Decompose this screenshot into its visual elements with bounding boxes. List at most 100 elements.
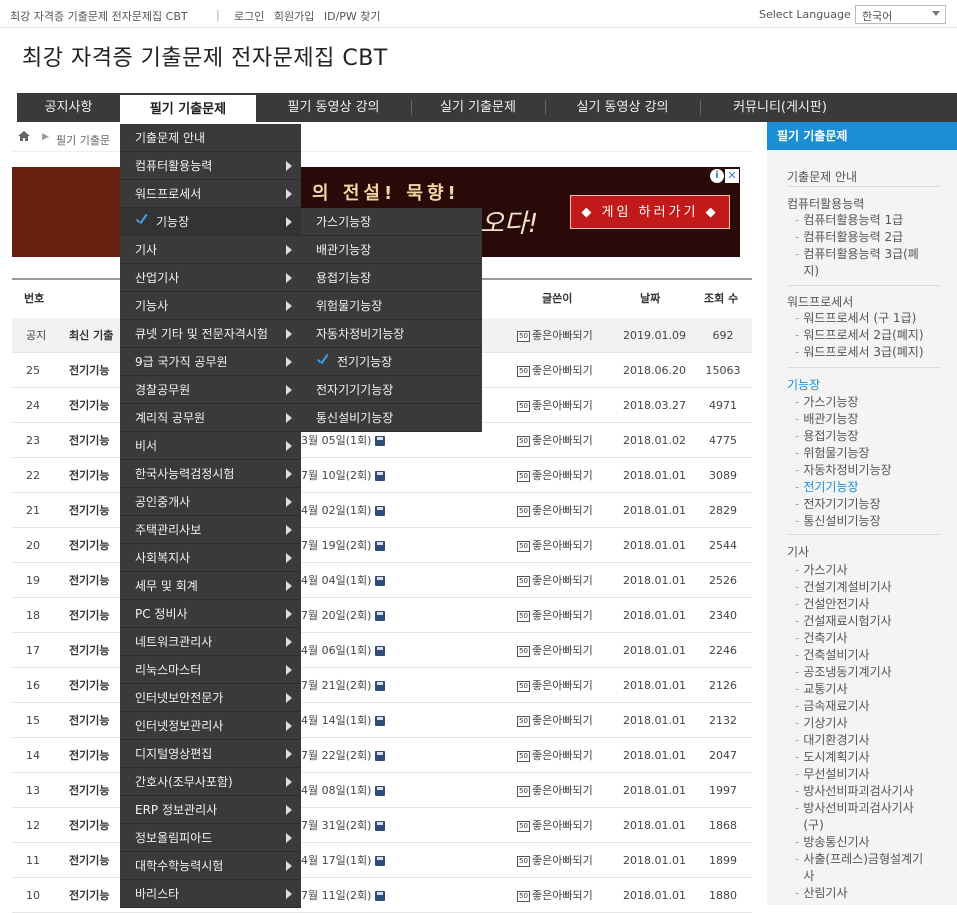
sidebar-sub-item[interactable]: - 워드프로세서 2급(폐지) (795, 327, 924, 344)
row-writer[interactable]: 50 좋은아빠되기 (517, 773, 593, 808)
menu-item[interactable]: 컴퓨터활용능력 (120, 152, 301, 180)
menu-item[interactable]: 리눅스마스터 (120, 656, 301, 684)
row-title[interactable]: 전기기능 (69, 458, 109, 493)
row-title-text[interactable]: 전기기능 (69, 714, 109, 727)
nav-practical-video[interactable]: 실기 동영상 강의 (545, 93, 700, 122)
login-link[interactable]: 로그인 (234, 10, 264, 23)
menu-item[interactable]: 인터넷보안전문가 (120, 684, 301, 712)
row-writer[interactable]: 50 좋은아빠되기 (517, 388, 593, 423)
row-title-text[interactable]: 전기기능 (69, 854, 109, 867)
sidebar-sub-item[interactable]: - 금속재료기사 (795, 698, 870, 715)
sidebar-sub-item-label[interactable]: 컴퓨터활용능력 1급 (803, 213, 903, 227)
menu-item[interactable]: 공인중개사 (120, 488, 301, 516)
row-title-text[interactable]: 전기기능 (69, 364, 109, 377)
sidebar-guide-link[interactable]: 기출문제 안내 (787, 168, 857, 185)
menu-item[interactable]: 정보올림피아드 (120, 824, 301, 852)
row-title-text[interactable]: 최신 기출 (69, 329, 113, 342)
nav-notice[interactable]: 공지사항 (17, 93, 120, 122)
row-title[interactable]: 전기기능 (69, 878, 109, 913)
menu-item[interactable]: 기능장 (120, 208, 301, 236)
menu-item[interactable]: 경찰공무원 (120, 376, 301, 404)
sidebar-heading[interactable]: 필기 기출문제 (767, 122, 957, 150)
writer-name[interactable]: 좋은아빠되기 (532, 434, 593, 447)
sidebar-sub-item[interactable]: - 위험물기능장 (795, 445, 870, 462)
row-writer[interactable]: 50 좋은아빠되기 (517, 808, 593, 843)
row-title[interactable]: 전기기능 (69, 738, 109, 773)
submenu-item[interactable]: 가스기능장 (301, 208, 482, 236)
sidebar-sub-item-label[interactable]: 가스기사 (803, 563, 847, 577)
sidebar-sub-item-label[interactable]: (구) (803, 818, 823, 832)
sidebar-sub-item[interactable]: - 방사선비파괴검사기사 (795, 800, 914, 817)
submenu-item[interactable]: 자동차정비기능장 (301, 320, 482, 348)
row-title[interactable]: 전기기능 (69, 703, 109, 738)
page-title[interactable]: 최강 자격증 기출문제 전자문제집 CBT (22, 40, 388, 72)
row-title-text[interactable]: 전기기능 (69, 679, 109, 692)
sidebar-sub-item-label[interactable]: 자동차정비기능장 (803, 463, 891, 477)
row-title-suffix[interactable]: 4월 17일(1회) (301, 843, 386, 878)
row-title-text[interactable]: 전기기능 (69, 399, 109, 412)
sidebar-section-title-active[interactable]: 기능장 (787, 376, 820, 393)
sidebar-sub-item[interactable]: - 무선설비기사 (795, 766, 870, 783)
menu-item[interactable]: 주택관리사보 (120, 516, 301, 544)
row-title[interactable]: 전기기능 (69, 563, 109, 598)
row-title[interactable]: 전기기능 (69, 353, 109, 388)
sidebar-sub-item-label[interactable]: 방사선비파괴검사기사 (803, 801, 913, 815)
sidebar-sub-item-label[interactable]: 전자기기기능장 (803, 497, 880, 511)
writer-name[interactable]: 좋은아빠되기 (532, 889, 593, 902)
row-title[interactable]: 전기기능 (69, 528, 109, 563)
sidebar-sub-item[interactable]: - 사출(프레스)금형설계기 (795, 851, 923, 868)
sidebar-sub-item-label[interactable]: 공조냉동기계기사 (803, 665, 891, 679)
row-writer[interactable]: 50 좋은아빠되기 (517, 353, 593, 388)
language-select[interactable]: 한국어 (855, 5, 946, 24)
row-title-text[interactable]: 전기기능 (69, 749, 109, 762)
row-writer[interactable]: 50 좋은아빠되기 (517, 668, 593, 703)
writer-name[interactable]: 좋은아빠되기 (532, 364, 593, 377)
row-writer[interactable]: 50 좋은아빠되기 (517, 528, 593, 563)
writer-name[interactable]: 좋은아빠되기 (532, 469, 593, 482)
row-title-suffix[interactable]: 7월 22일(2회) (301, 738, 386, 773)
site-name-link[interactable]: 최강 자격증 기출문제 전자문제집 CBT (10, 8, 188, 24)
menu-item[interactable]: 워드프로세서 (120, 180, 301, 208)
row-title[interactable]: 전기기능 (69, 808, 109, 843)
sidebar-sub-item[interactable]: - 전자기기기능장 (795, 496, 881, 513)
row-writer[interactable]: 50 좋은아빠되기 (517, 563, 593, 598)
row-writer[interactable]: 50 좋은아빠되기 (517, 738, 593, 773)
sidebar-sub-item[interactable]: -지) (795, 263, 819, 280)
menu-item[interactable]: 계리직 공무원 (120, 404, 301, 432)
row-title-text[interactable]: 전기기능 (69, 644, 109, 657)
menu-item[interactable]: 비서 (120, 432, 301, 460)
sidebar-sub-item-label[interactable]: 금속재료기사 (803, 699, 869, 713)
sidebar-sub-item[interactable]: - 대기환경기사 (795, 732, 870, 749)
row-writer[interactable]: 50 좋은아빠되기 (517, 878, 593, 913)
row-title[interactable]: 전기기능 (69, 493, 109, 528)
sidebar-sub-item[interactable]: - 건축기사 (795, 630, 848, 647)
sidebar-sub-item-label[interactable]: 산림기사 (803, 886, 847, 900)
sidebar-sub-item[interactable]: - 가스기사 (795, 562, 848, 579)
row-title-suffix-text[interactable]: 4월 04일(1회) (301, 574, 371, 587)
row-title-suffix-text[interactable]: 7월 22일(2회) (301, 749, 371, 762)
writer-name[interactable]: 좋은아빠되기 (532, 644, 593, 657)
sidebar-sub-item-label[interactable]: 사출(프레스)금형설계기 (803, 852, 923, 866)
writer-name[interactable]: 좋은아빠되기 (532, 749, 593, 762)
sidebar-sub-item[interactable]: -(구) (795, 817, 823, 834)
sidebar-sub-item[interactable]: - 건설안전기사 (795, 596, 870, 613)
sidebar-sub-item[interactable]: - 전기기능장 (795, 479, 859, 496)
row-title[interactable]: 최신 기출 (69, 318, 113, 353)
writer-name[interactable]: 좋은아빠되기 (532, 329, 593, 342)
row-title-suffix[interactable]: 7월 20일(2회) (301, 598, 386, 633)
sidebar-sub-item[interactable]: - 건축설비기사 (795, 647, 870, 664)
sidebar-sub-item[interactable]: - 방송통신기사 (795, 834, 870, 851)
sidebar-sub-item-label[interactable]: 통신설비기능장 (803, 514, 880, 528)
sidebar-sub-item-label[interactable]: 배관기능장 (803, 412, 858, 426)
sidebar-sub-item[interactable]: - 자동차정비기능장 (795, 462, 892, 479)
menu-item[interactable]: 한국사능력검정시험 (120, 460, 301, 488)
row-writer[interactable]: 50 좋은아빠되기 (517, 493, 593, 528)
sidebar-sub-item-label[interactable]: 지) (803, 264, 819, 278)
writer-name[interactable]: 좋은아빠되기 (532, 574, 593, 587)
sidebar-sub-item-label[interactable]: 컴퓨터활용능력 3급(폐 (803, 247, 919, 261)
home-icon[interactable] (18, 131, 30, 141)
sidebar-sub-item-label[interactable]: 전기기능장 (803, 480, 858, 494)
sidebar-sub-item-label[interactable]: 대기환경기사 (803, 733, 869, 747)
sidebar-sub-item[interactable]: - 산림기사 (795, 885, 848, 902)
row-title-suffix-text[interactable]: 4월 08일(1회) (301, 784, 371, 797)
